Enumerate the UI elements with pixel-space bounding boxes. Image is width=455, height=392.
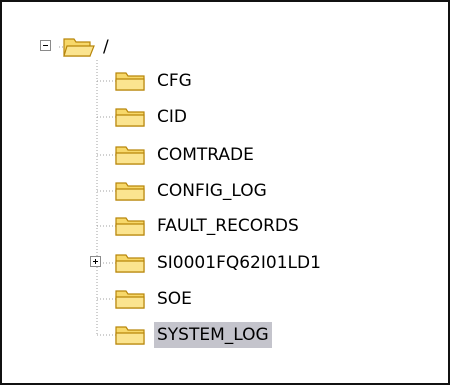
folder-open-icon — [63, 38, 95, 57]
tree-node-label: CONFIG_LOG — [157, 181, 267, 201]
folder-icon — [115, 72, 145, 91]
folder-icon — [115, 146, 145, 165]
tree-node-cfg[interactable]: CFG — [114, 67, 195, 95]
folder-icon — [115, 254, 145, 273]
tree-node-label: CFG — [157, 71, 192, 91]
tree-node-label: / — [103, 37, 109, 57]
tree-node-label: FAULT_RECORDS — [157, 216, 299, 236]
tree-node-fault-records[interactable]: FAULT_RECORDS — [114, 212, 302, 240]
tree-node-system-log[interactable]: SYSTEM_LOG — [114, 321, 272, 349]
tree-node-label: SOE — [157, 289, 192, 309]
tree-node-root[interactable]: / — [62, 33, 112, 61]
folder-icon — [115, 217, 145, 236]
tree-node-label-selected: SYSTEM_LOG — [154, 322, 272, 348]
folder-icon — [115, 290, 145, 309]
tree-node-cid[interactable]: CID — [114, 103, 190, 131]
expand-toggle-si0001fq62i01ld1[interactable] — [90, 256, 101, 267]
collapse-toggle-root[interactable] — [40, 40, 51, 51]
tree-node-label: SI0001FQ62I01LD1 — [157, 253, 321, 273]
folder-icon — [115, 108, 145, 127]
plus-icon-vertical — [95, 259, 96, 264]
tree-node-label: COMTRADE — [157, 145, 254, 165]
minus-icon — [43, 45, 48, 46]
folder-icon — [115, 182, 145, 201]
tree-node-config-log[interactable]: CONFIG_LOG — [114, 177, 270, 205]
tree-node-si0001fq62i01ld1[interactable]: SI0001FQ62I01LD1 — [114, 249, 324, 277]
tree-node-label: CID — [157, 107, 187, 127]
folder-icon — [115, 326, 145, 345]
folder-tree-panel: / CFG CID COMTRADE CONFIG_LOG FAULT_RECO… — [0, 0, 450, 385]
tree-node-soe[interactable]: SOE — [114, 285, 195, 313]
tree-node-comtrade[interactable]: COMTRADE — [114, 141, 257, 169]
